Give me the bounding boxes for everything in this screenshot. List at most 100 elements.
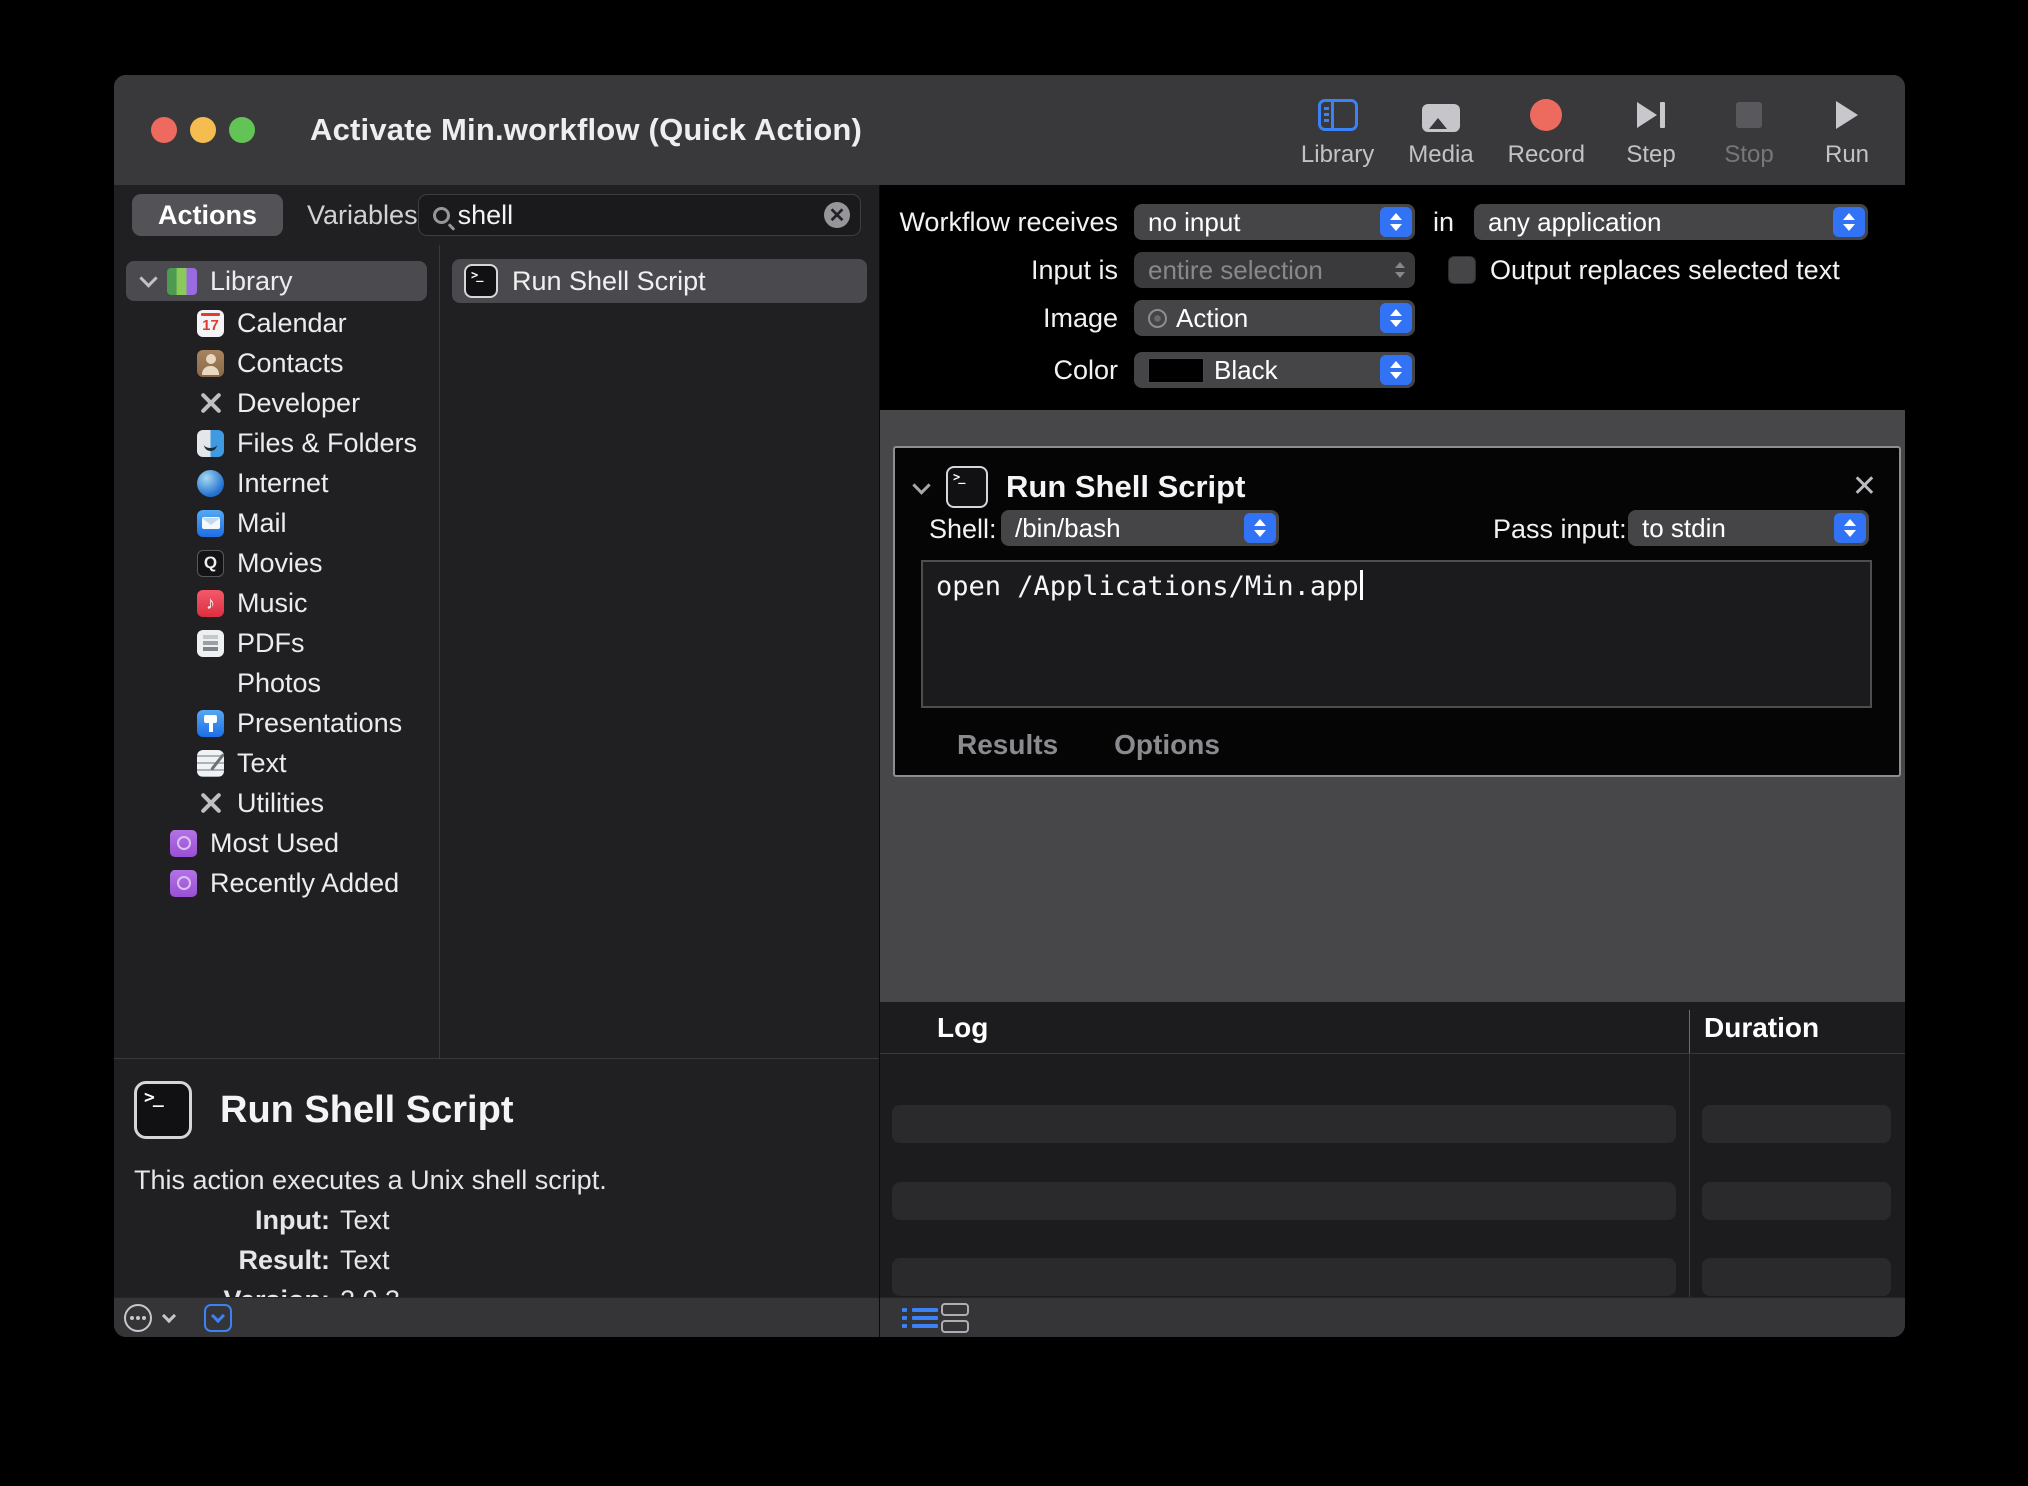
window-title: Activate Min.workflow (Quick Action) bbox=[310, 112, 862, 148]
tab-variables[interactable]: Variables bbox=[307, 200, 418, 231]
step-icon bbox=[1637, 102, 1665, 128]
color-label: Color bbox=[880, 355, 1118, 386]
action-description-panel: Run Shell Script This action executes a … bbox=[114, 1058, 879, 1297]
description-title: Run Shell Script bbox=[220, 1089, 513, 1132]
log-column-label: Log bbox=[937, 1012, 988, 1044]
clear-search-icon[interactable]: ✕ bbox=[824, 202, 850, 228]
run-toolbar-button[interactable]: Run bbox=[1815, 91, 1879, 169]
sidebar-item-mail[interactable]: Mail bbox=[114, 503, 439, 543]
shell-dropdown[interactable]: /bin/bash bbox=[1001, 510, 1279, 546]
result-run-shell-script[interactable]: Run Shell Script bbox=[452, 259, 867, 303]
color-swatch bbox=[1148, 358, 1204, 383]
attr-input: Input: Text bbox=[134, 1205, 859, 1236]
workflow-receives-dropdown[interactable]: no input bbox=[1134, 204, 1415, 240]
sidebar-item-internet[interactable]: Internet bbox=[114, 463, 439, 503]
sidebar-item-utilities[interactable]: Utilities bbox=[114, 783, 439, 823]
stepper-icon bbox=[1380, 207, 1412, 237]
sidebar-item-text[interactable]: Text bbox=[114, 743, 439, 783]
sidebar-item-developer[interactable]: Developer bbox=[114, 383, 439, 423]
action-card-header: Run Shell Script ✕ bbox=[895, 448, 1899, 512]
terminal-icon bbox=[464, 264, 498, 298]
sidebar-item-files-folders[interactable]: Files & Folders bbox=[114, 423, 439, 463]
sidebar-item-most-used[interactable]: Most Used bbox=[114, 823, 439, 863]
application-dropdown[interactable]: any application bbox=[1474, 204, 1868, 240]
close-action-icon[interactable]: ✕ bbox=[1852, 472, 1877, 502]
stepper-icon bbox=[1833, 207, 1865, 237]
stepper-icon bbox=[1834, 513, 1866, 543]
workflow-panel: Workflow receives no input in any applic… bbox=[879, 185, 1905, 1337]
photos-icon bbox=[197, 670, 224, 697]
traffic-lights bbox=[151, 117, 255, 143]
action-title: Run Shell Script bbox=[1006, 469, 1245, 505]
sidebar-item-pdfs[interactable]: PDFs bbox=[114, 623, 439, 663]
flow-view-icon[interactable] bbox=[941, 1303, 969, 1333]
chevron-down-icon[interactable] bbox=[139, 269, 157, 287]
files-folders-icon bbox=[197, 430, 224, 457]
close-window-button[interactable] bbox=[151, 117, 177, 143]
sidebar-item-photos[interactable]: Photos bbox=[114, 663, 439, 703]
pass-input-dropdown[interactable]: to stdin bbox=[1628, 510, 1869, 546]
sidebar-item-movies[interactable]: Movies bbox=[114, 543, 439, 583]
output-replaces-label: Output replaces selected text bbox=[1490, 255, 1840, 286]
right-footer-bar bbox=[880, 1297, 1905, 1337]
minimize-window-button[interactable] bbox=[190, 117, 216, 143]
presentations-icon bbox=[197, 710, 224, 737]
sidebar-item-library[interactable]: Library bbox=[126, 261, 427, 301]
smart-folder-icon bbox=[170, 870, 197, 897]
chevron-down-icon[interactable] bbox=[912, 476, 930, 494]
terminal-icon bbox=[134, 1081, 192, 1139]
checkbox-dropdown-icon[interactable] bbox=[204, 1304, 232, 1332]
toolbar: Library Media Record Step Stop bbox=[1301, 91, 1905, 169]
chevron-down-icon[interactable] bbox=[162, 1308, 176, 1322]
color-dropdown[interactable]: Black bbox=[1134, 352, 1415, 388]
smart-folder-icon bbox=[170, 830, 197, 857]
list-view-icon[interactable] bbox=[902, 1308, 907, 1328]
results-tab[interactable]: Results bbox=[957, 729, 1058, 761]
sidebar-item-music[interactable]: Music bbox=[114, 583, 439, 623]
terminal-icon bbox=[946, 466, 988, 508]
movies-icon bbox=[197, 550, 224, 577]
music-icon bbox=[197, 590, 224, 617]
sidebar-item-presentations[interactable]: Presentations bbox=[114, 703, 439, 743]
library-books-icon bbox=[167, 268, 197, 295]
sidebar-item-recently-added[interactable]: Recently Added bbox=[114, 863, 439, 903]
output-replaces-checkbox[interactable] bbox=[1448, 256, 1476, 284]
duration-column-label: Duration bbox=[1704, 1012, 1819, 1044]
image-dropdown[interactable]: Action bbox=[1134, 300, 1415, 336]
library-toolbar-button[interactable]: Library bbox=[1301, 91, 1374, 169]
run-shell-script-action[interactable]: Run Shell Script ✕ Shell: /bin/bash Pass… bbox=[893, 446, 1901, 777]
options-tab[interactable]: Options bbox=[1114, 729, 1220, 761]
mail-icon bbox=[197, 510, 224, 537]
workflow-canvas: Run Shell Script ✕ Shell: /bin/bash Pass… bbox=[880, 410, 1905, 1002]
stepper-icon bbox=[1380, 355, 1412, 385]
search-icon bbox=[433, 207, 450, 224]
input-is-label: Input is bbox=[880, 255, 1118, 286]
action-results-list: Run Shell Script bbox=[440, 245, 879, 1058]
shell-script-editor[interactable]: open /Applications/Min.app bbox=[921, 560, 1872, 708]
media-toolbar-button[interactable]: Media bbox=[1408, 91, 1473, 169]
automator-window: Activate Min.workflow (Quick Action) Lib… bbox=[114, 75, 1905, 1337]
contacts-icon bbox=[197, 350, 224, 377]
search-field[interactable]: shell ✕ bbox=[418, 194, 861, 236]
in-label: in bbox=[1433, 207, 1454, 238]
sidebar-item-contacts[interactable]: Contacts bbox=[114, 343, 439, 383]
log-header: Log Duration bbox=[880, 1002, 1905, 1054]
media-icon bbox=[1422, 104, 1460, 132]
stop-toolbar-button[interactable]: Stop bbox=[1717, 91, 1781, 169]
record-toolbar-button[interactable]: Record bbox=[1508, 91, 1585, 169]
record-icon bbox=[1530, 99, 1562, 131]
zoom-window-button[interactable] bbox=[229, 117, 255, 143]
stop-icon bbox=[1736, 102, 1762, 128]
step-toolbar-button[interactable]: Step bbox=[1619, 91, 1683, 169]
tab-actions[interactable]: Actions bbox=[132, 194, 283, 236]
utilities-icon bbox=[197, 790, 224, 817]
more-options-icon[interactable] bbox=[124, 1304, 152, 1332]
developer-icon bbox=[197, 390, 224, 417]
description-text: This action executes a Unix shell script… bbox=[134, 1165, 859, 1196]
log-panel: Log Duration bbox=[880, 1002, 1905, 1337]
sidebar-item-calendar[interactable]: Calendar bbox=[114, 303, 439, 343]
stepper-icon bbox=[1395, 262, 1405, 278]
search-input[interactable]: shell bbox=[458, 200, 824, 231]
attr-result: Result: Text bbox=[134, 1245, 859, 1276]
input-is-dropdown: entire selection bbox=[1134, 252, 1415, 288]
